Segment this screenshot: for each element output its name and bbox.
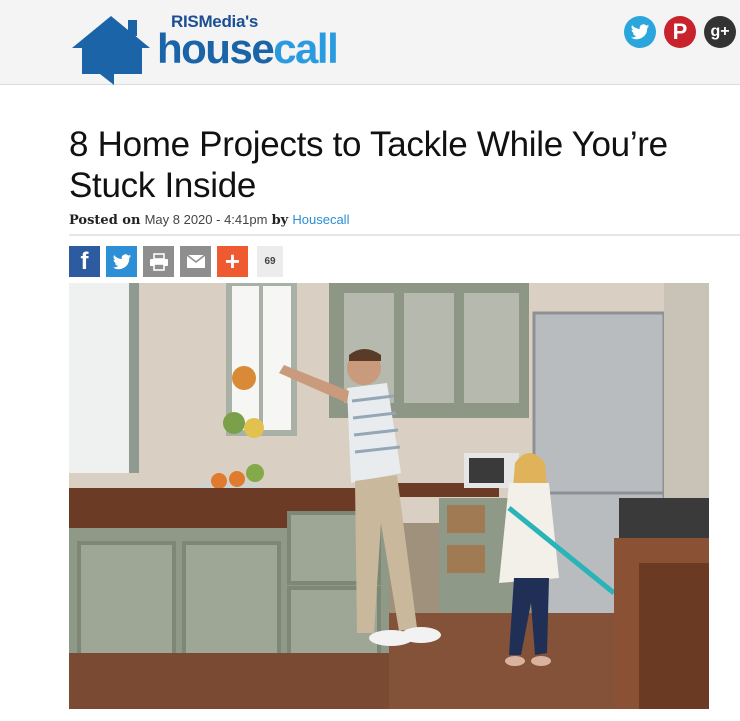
twitter-icon[interactable] (624, 16, 656, 48)
article-title: 8 Home Projects to Tackle While You’re S… (69, 125, 668, 205)
house-logo-icon[interactable] (70, 14, 152, 86)
brand-house-text: house (157, 25, 275, 72)
author-link[interactable]: Housecall (292, 212, 349, 227)
article-hero-image (69, 283, 709, 709)
by-label: by (271, 213, 289, 228)
brand-logo[interactable]: housecall (157, 25, 339, 72)
more-share-button[interactable]: + (217, 246, 248, 277)
facebook-icon: f (80, 247, 89, 275)
pinterest-icon[interactable]: P (664, 16, 696, 48)
posted-on-label: Posted on (69, 213, 141, 228)
print-button[interactable] (143, 246, 174, 277)
site-header: RISMedia's housecall P g+ (0, 0, 740, 85)
google-plus-icon[interactable]: g+ (704, 16, 736, 48)
email-button[interactable] (180, 246, 211, 277)
twitter-share-button[interactable] (106, 246, 137, 277)
share-count: 69 (257, 246, 283, 277)
pinterest-glyph: P (672, 19, 688, 44)
twitter-share-icon (112, 253, 131, 269)
facebook-share-button[interactable]: f (69, 246, 100, 277)
brand-call-text: call (273, 25, 339, 72)
print-icon (149, 252, 168, 271)
divider (69, 234, 740, 236)
post-date: May 8 2020 - 4:41pm (144, 212, 268, 227)
plus-icon: + (224, 246, 241, 276)
kitchen-photo (69, 283, 709, 709)
article-meta: Posted on May 8 2020 - 4:41pm by Houseca… (69, 212, 349, 228)
email-icon (186, 254, 205, 268)
google-plus-glyph: g+ (710, 23, 730, 40)
